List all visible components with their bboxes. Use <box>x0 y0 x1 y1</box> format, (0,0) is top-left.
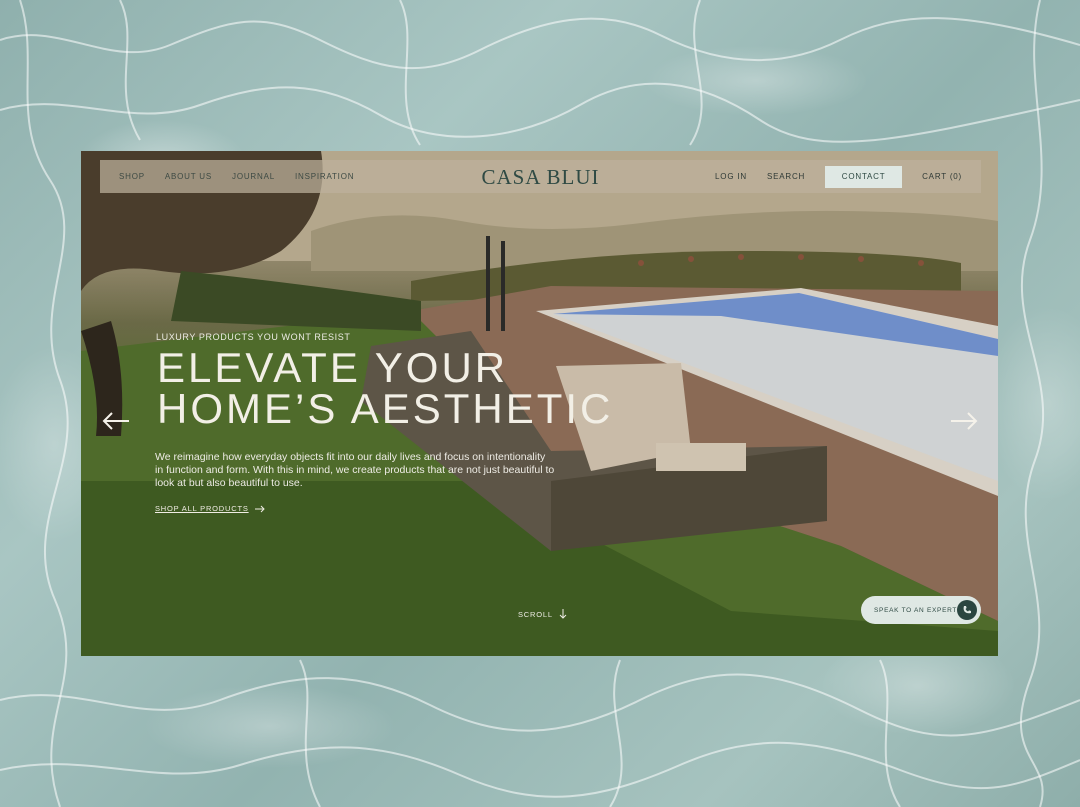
top-navigation: SHOP ABOUT US JOURNAL INSPIRATION CASA B… <box>100 160 981 193</box>
scroll-indicator[interactable]: SCROLL <box>518 609 567 619</box>
arrow-right-icon <box>951 412 978 430</box>
arrow-down-icon <box>559 609 567 619</box>
nav-link-login[interactable]: LOG IN <box>715 172 747 181</box>
carousel-prev-button[interactable] <box>101 409 131 433</box>
cart-link[interactable]: CART (0) <box>922 172 962 181</box>
carousel-next-button[interactable] <box>949 409 979 433</box>
brand-logo[interactable]: CASA BLUI <box>481 165 599 190</box>
hero-headline: ELEVATE YOUR HOME’S AESTHETIC <box>157 344 614 432</box>
nav-link-journal[interactable]: JOURNAL <box>232 172 275 181</box>
arrow-right-small-icon <box>254 505 265 512</box>
contact-button[interactable]: CONTACT <box>825 165 903 188</box>
hero-eyebrow: LUXURY PRODUCTS YOU WONT RESIST <box>156 332 351 342</box>
hero-headline-line-2: HOME’S AESTHETIC <box>157 385 614 432</box>
website-frame: SHOP ABOUT US JOURNAL INSPIRATION CASA B… <box>81 151 998 656</box>
hero-headline-line-1: ELEVATE YOUR <box>157 344 509 391</box>
nav-link-inspiration[interactable]: INSPIRATION <box>295 172 354 181</box>
speak-to-expert-label: SPEAK TO AN EXPERT <box>874 606 958 614</box>
phone-icon <box>957 600 977 620</box>
arrow-left-icon <box>102 412 129 430</box>
shop-all-products-label: SHOP ALL PRODUCTS <box>155 504 249 513</box>
nav-link-shop[interactable]: SHOP <box>119 172 145 181</box>
speak-to-expert-button[interactable]: SPEAK TO AN EXPERT <box>861 596 981 624</box>
hero-body-copy: We reimagine how everyday objects fit in… <box>155 451 555 489</box>
nav-primary-links: SHOP ABOUT US JOURNAL INSPIRATION <box>119 172 374 181</box>
nav-utility-links: LOG IN SEARCH CONTACT CART (0) <box>695 165 962 188</box>
shop-all-products-link[interactable]: SHOP ALL PRODUCTS <box>155 504 265 513</box>
nav-link-search[interactable]: SEARCH <box>767 172 805 181</box>
scroll-label: SCROLL <box>518 609 553 619</box>
nav-link-about-us[interactable]: ABOUT US <box>165 172 212 181</box>
